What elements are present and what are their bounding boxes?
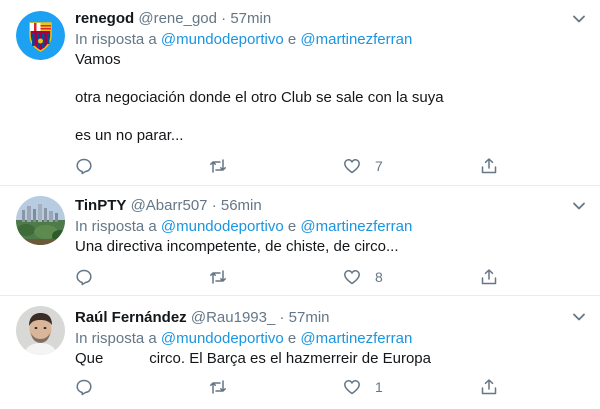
share-button[interactable]: [480, 156, 498, 176]
tweet-text: Una directiva incompetente, de chiste, d…: [75, 237, 588, 256]
mention-link[interactable]: @martinezferran: [300, 218, 412, 235]
user-handle[interactable]: @Rau1993_: [191, 309, 275, 326]
display-name[interactable]: Raúl Fernández: [75, 309, 187, 326]
reply-button[interactable]: [75, 267, 93, 287]
retweet-button[interactable]: [209, 156, 227, 176]
replying-to: In risposta a @mundodeportivo e @martine…: [75, 29, 588, 50]
tweet-content: Raúl Fernández @Rau1993_ · 57min In risp…: [75, 308, 588, 368]
reply-feed: renegod @rene_god · 57min In risposta a …: [0, 0, 600, 409]
mention-link[interactable]: @martinezferran: [300, 31, 412, 48]
heart-icon: [343, 157, 361, 175]
tweet-raul-fernandez[interactable]: Raúl Fernández @Rau1993_ · 57min In risp…: [0, 296, 600, 409]
share-icon: [480, 157, 498, 175]
timestamp[interactable]: 57min: [230, 10, 271, 27]
tweet-text-line: Vamos: [75, 51, 121, 68]
like-button[interactable]: 1: [343, 377, 383, 397]
retweet-button[interactable]: [209, 267, 227, 287]
chevron-down-icon[interactable]: [572, 12, 586, 26]
replying-conjunction: e: [287, 218, 297, 235]
tweet-renegod[interactable]: renegod @rene_god · 57min In risposta a …: [0, 0, 600, 186]
replying-to: In risposta a @mundodeportivo e @martine…: [75, 216, 588, 237]
replying-conjunction: e: [287, 330, 297, 347]
tweet-text: Que circo. El Barça es el hazmerreir de …: [75, 349, 588, 368]
share-button[interactable]: [480, 377, 498, 397]
tweet-content: renegod @rene_god · 57min In risposta a …: [75, 9, 588, 145]
separator-dot: ·: [221, 10, 227, 27]
retweet-button[interactable]: [209, 377, 227, 397]
mention-link[interactable]: @martinezferran: [300, 330, 412, 347]
tweet-actions: 7: [75, 156, 505, 176]
reply-icon: [75, 378, 93, 396]
tweet-header: renegod @rene_god · 57min: [75, 9, 588, 29]
reply-button[interactable]: [75, 377, 93, 397]
chevron-down-icon[interactable]: [572, 199, 586, 213]
tweet-header: TinPTY @Abarr507 · 56min: [75, 196, 588, 216]
avatar[interactable]: [16, 11, 65, 60]
timestamp[interactable]: 56min: [221, 197, 262, 214]
separator-dot: ·: [211, 197, 217, 214]
replying-conjunction: e: [287, 31, 297, 48]
tweet-text-line: es un no parar...: [75, 127, 184, 144]
mention-link[interactable]: @mundodeportivo: [161, 31, 284, 48]
replying-prefix: In risposta a: [75, 31, 157, 48]
retweet-icon: [209, 157, 227, 175]
tweet-text-line: Una directiva incompetente, de chiste, d…: [75, 238, 399, 255]
tweet-text-line: otra negociación donde el otro Club se s…: [75, 89, 444, 106]
heart-icon: [343, 268, 361, 286]
like-button[interactable]: 7: [343, 156, 383, 176]
avatar[interactable]: [16, 306, 65, 355]
timestamp[interactable]: 57min: [289, 309, 330, 326]
like-count: 8: [375, 269, 383, 285]
tweet-actions: 1: [75, 377, 505, 397]
share-icon: [480, 268, 498, 286]
tweet-text: Vamos otra negociación donde el otro Clu…: [75, 50, 588, 145]
tweet-content: TinPTY @Abarr507 · 56min In risposta a @…: [75, 196, 588, 256]
reply-icon: [75, 268, 93, 286]
tweet-text-line: Que circo. El Barça es el hazmerreir de …: [75, 350, 431, 367]
avatar[interactable]: [16, 196, 65, 245]
reply-button[interactable]: [75, 156, 93, 176]
user-handle[interactable]: @Abarr507: [131, 197, 208, 214]
tweet-header: Raúl Fernández @Rau1993_ · 57min: [75, 308, 588, 328]
mention-link[interactable]: @mundodeportivo: [161, 330, 284, 347]
like-count: 7: [375, 158, 383, 174]
retweet-icon: [209, 268, 227, 286]
tweet-actions: 8: [75, 267, 505, 287]
tweet-tinpty[interactable]: TinPTY @Abarr507 · 56min In risposta a @…: [0, 186, 600, 296]
mention-link[interactable]: @mundodeportivo: [161, 218, 284, 235]
like-button[interactable]: 8: [343, 267, 383, 287]
separator-dot: ·: [279, 309, 285, 326]
heart-icon: [343, 378, 361, 396]
display-name[interactable]: renegod: [75, 10, 134, 27]
replying-prefix: In risposta a: [75, 218, 157, 235]
display-name[interactable]: TinPTY: [75, 197, 126, 214]
like-count: 1: [375, 379, 383, 395]
chevron-down-icon[interactable]: [572, 310, 586, 324]
replying-to: In risposta a @mundodeportivo e @martine…: [75, 328, 588, 349]
replying-prefix: In risposta a: [75, 330, 157, 347]
retweet-icon: [209, 378, 227, 396]
share-button[interactable]: [480, 267, 498, 287]
reply-icon: [75, 157, 93, 175]
share-icon: [480, 378, 498, 396]
user-handle[interactable]: @rene_god: [138, 10, 217, 27]
